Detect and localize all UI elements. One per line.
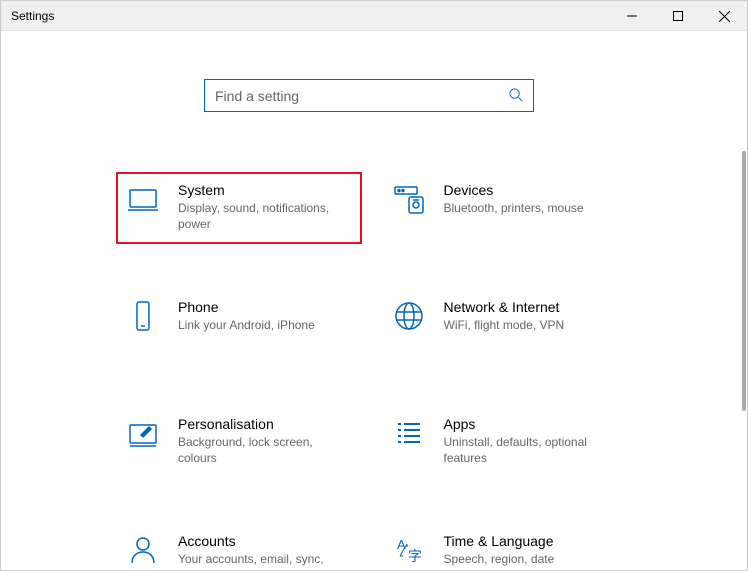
category-desc: Your accounts, email, sync, work, family (178, 551, 352, 570)
close-icon (719, 11, 730, 22)
category-desc: Link your Android, iPhone (178, 317, 315, 333)
category-title: Time & Language (444, 533, 555, 549)
content-area: System Display, sound, notifications, po… (1, 31, 737, 570)
svg-text:A: A (397, 537, 406, 552)
category-accounts[interactable]: Accounts Your accounts, email, sync, wor… (116, 523, 362, 570)
category-title: System (178, 182, 352, 198)
search-icon (508, 87, 523, 105)
maximize-icon (673, 11, 683, 21)
category-network[interactable]: Network & Internet WiFi, flight mode, VP… (382, 289, 628, 361)
category-system[interactable]: System Display, sound, notifications, po… (116, 172, 362, 244)
time-language-icon: A字 (392, 533, 426, 567)
scrollbar[interactable] (736, 31, 746, 570)
category-title: Accounts (178, 533, 352, 549)
devices-icon (392, 182, 426, 216)
category-devices[interactable]: Devices Bluetooth, printers, mouse (382, 172, 628, 244)
category-desc: Display, sound, notifications, power (178, 200, 352, 232)
category-title: Phone (178, 299, 315, 315)
minimize-button[interactable] (609, 1, 655, 31)
personalisation-icon (126, 416, 160, 450)
svg-text:字: 字 (408, 548, 422, 564)
category-title: Devices (444, 182, 584, 198)
category-personalisation[interactable]: Personalisation Background, lock screen,… (116, 406, 362, 478)
search-row (1, 79, 737, 112)
scrollbar-thumb[interactable] (742, 151, 746, 411)
category-desc: Background, lock screen, colours (178, 434, 352, 466)
category-title: Personalisation (178, 416, 352, 432)
category-desc: Uninstall, defaults, optional features (444, 434, 618, 466)
category-phone[interactable]: Phone Link your Android, iPhone (116, 289, 362, 361)
category-time[interactable]: A字 Time & Language Speech, region, date (382, 523, 628, 570)
system-icon (126, 182, 160, 216)
window-controls (609, 1, 747, 30)
category-title: Apps (444, 416, 618, 432)
settings-grid: System Display, sound, notifications, po… (1, 172, 737, 570)
category-apps[interactable]: Apps Uninstall, defaults, optional featu… (382, 406, 628, 478)
search-box[interactable] (204, 79, 534, 112)
accounts-icon (126, 533, 160, 567)
titlebar: Settings (1, 1, 747, 31)
close-button[interactable] (701, 1, 747, 31)
minimize-icon (627, 11, 637, 21)
apps-icon (392, 416, 426, 450)
maximize-button[interactable] (655, 1, 701, 31)
globe-icon (392, 299, 426, 333)
category-title: Network & Internet (444, 299, 565, 315)
category-desc: Speech, region, date (444, 551, 555, 567)
window-title: Settings (11, 9, 54, 23)
category-desc: Bluetooth, printers, mouse (444, 200, 584, 216)
search-input[interactable] (215, 88, 508, 104)
category-desc: WiFi, flight mode, VPN (444, 317, 565, 333)
phone-icon (126, 299, 160, 333)
